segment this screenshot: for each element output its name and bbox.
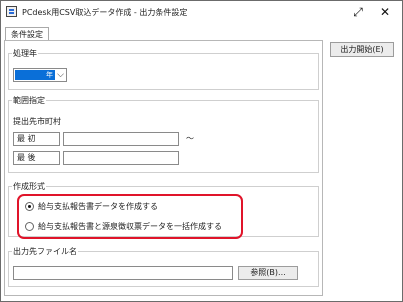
expand-icon[interactable]: ⤢ xyxy=(350,4,366,20)
year-group-label: 処理年 xyxy=(12,48,38,59)
year-select[interactable]: 年 ⌵ xyxy=(13,68,67,82)
municipality-label: 提出先市町村 xyxy=(13,117,61,126)
range-group-label: 範囲指定 xyxy=(12,95,46,106)
title-bar: PCdesk用CSV取込データ作成 - 出力条件設定 ⤢ ✕ xyxy=(1,1,402,23)
tab-strip: 条件設定 xyxy=(1,27,402,41)
tab-pane: 処理年 年 ⌵ 範囲指定 提出先市町村 最 初 ～ 最 後 作成形式 出力先ファ… xyxy=(4,40,323,296)
chevron-down-icon: ⌵ xyxy=(57,70,64,80)
range-tilde: ～ xyxy=(186,134,194,143)
format-group-label: 作成形式 xyxy=(12,181,46,192)
to-label: 最 後 xyxy=(13,151,60,165)
year-select-value: 年 xyxy=(15,70,55,80)
output-file-input[interactable] xyxy=(13,266,233,280)
start-output-button[interactable]: 出力開始(E) xyxy=(330,42,394,57)
tab-conditions[interactable]: 条件設定 xyxy=(5,27,49,41)
window-title: PCdesk用CSV取込データ作成 - 出力条件設定 xyxy=(22,8,188,17)
from-label: 最 初 xyxy=(13,132,60,146)
browse-button[interactable]: 参照(B)... xyxy=(238,266,298,280)
to-input[interactable] xyxy=(63,151,179,165)
file-group: 出力先ファイル名 参照(B)... xyxy=(8,246,319,287)
from-input[interactable] xyxy=(63,132,179,146)
app-icon xyxy=(6,6,17,17)
range-group: 範囲指定 提出先市町村 最 初 ～ 最 後 xyxy=(8,95,319,173)
format-options-highlight xyxy=(17,194,243,239)
close-icon[interactable]: ✕ xyxy=(377,4,393,20)
year-group: 処理年 年 ⌵ xyxy=(8,48,319,90)
file-group-label: 出力先ファイル名 xyxy=(12,246,78,257)
dialog-window: PCdesk用CSV取込データ作成 - 出力条件設定 ⤢ ✕ 条件設定 処理年 … xyxy=(0,0,403,302)
